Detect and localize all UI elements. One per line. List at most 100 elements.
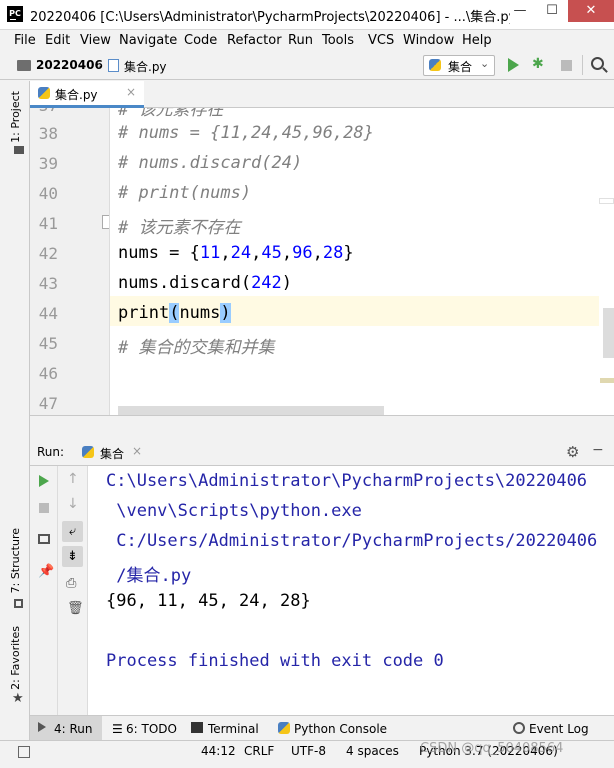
rerun-icon[interactable]	[39, 475, 49, 487]
maximize-icon[interactable]: ☐	[536, 0, 568, 22]
code-line-44: print(nums)	[118, 303, 231, 323]
run-panel-label: Run:	[37, 445, 65, 459]
code-line-45: # 集合的交集和并集	[118, 338, 275, 358]
menu-view[interactable]: View	[80, 33, 111, 48]
console-line: Process finished with exit code 0	[106, 651, 444, 671]
panel-splitter[interactable]	[30, 415, 614, 441]
toolbar-divider	[582, 55, 583, 75]
fold-marker-icon[interactable]	[102, 215, 109, 229]
menu-code[interactable]: Code	[184, 33, 217, 48]
code-line-42: nums = {11,24,45,96,28}	[118, 243, 354, 263]
window-title: 20220406 [C:\Users\Administrator\Pycharm…	[30, 10, 510, 25]
left-tool-strip: 1: Project 7: Structure 2: Favorites ★	[0, 81, 30, 740]
console-line: C:/Users/Administrator/PycharmProjects/2…	[106, 531, 598, 551]
breadcrumb-file[interactable]: 集合.py	[124, 58, 167, 75]
menu-edit[interactable]: Edit	[45, 33, 70, 48]
run-toolbar-primary: 📌	[30, 466, 58, 715]
run-console[interactable]: C:\Users\Administrator\PycharmProjects\2…	[88, 466, 614, 715]
line-number: 46	[38, 364, 58, 383]
title-bar: PC 20220406 [C:\Users\Administrator\Pych…	[0, 0, 614, 30]
code-token: nums = {	[118, 243, 200, 263]
tab-label: 集合.py	[55, 88, 98, 102]
number-literal: 28	[322, 243, 344, 263]
close-icon[interactable]: ✕	[568, 0, 614, 22]
menu-tools[interactable]: Tools	[322, 33, 354, 48]
tab-set-py[interactable]: 集合.py ×	[30, 81, 144, 108]
code-token: ,	[281, 243, 293, 263]
menu-file[interactable]: File	[14, 33, 36, 48]
stop-icon[interactable]	[561, 60, 572, 71]
python-icon	[82, 446, 94, 458]
structure-icon	[14, 599, 23, 608]
folder-icon	[17, 60, 31, 75]
arrow-down-icon[interactable]: ↓	[67, 496, 79, 512]
star-icon: ★	[12, 691, 24, 706]
project-icon	[14, 146, 24, 154]
number-literal: 24	[230, 243, 252, 263]
tool-event-log-button[interactable]: Event Log	[529, 722, 589, 736]
print-icon[interactable]: ⎙	[66, 576, 76, 591]
arrow-up-icon[interactable]: ↑	[67, 471, 79, 487]
code-token: ,	[220, 243, 231, 263]
code-token: ,	[312, 243, 323, 263]
status-encoding[interactable]: UTF-8	[291, 744, 326, 758]
code-token: )	[281, 273, 293, 293]
console-line: {96, 11, 45, 24, 28}	[106, 591, 311, 611]
menu-help[interactable]: Help	[462, 33, 492, 48]
code-line-38: # nums = {11,24,45,96,28}	[118, 123, 374, 143]
pin-icon[interactable]: 📌	[38, 564, 54, 579]
toggle-tool-windows-icon[interactable]	[18, 746, 30, 758]
tool-terminal-button[interactable]: Terminal	[208, 722, 259, 736]
tool-run-button[interactable]: 4: Run	[30, 716, 102, 741]
vertical-scrollbar[interactable]	[603, 308, 614, 358]
horizontal-scrollbar[interactable]	[118, 406, 384, 415]
breadcrumb-separator: ›	[97, 58, 102, 72]
menu-refactor[interactable]: Refactor	[227, 33, 282, 48]
number-literal: 11	[199, 243, 221, 263]
status-line-separator[interactable]: CRLF	[244, 744, 274, 758]
debug-icon[interactable]: ✱	[532, 57, 546, 72]
tool-python-console-button[interactable]: Python Console	[294, 722, 387, 736]
menu-vcs[interactable]: VCS	[368, 33, 394, 48]
run-icon	[38, 722, 46, 732]
tab-close-icon[interactable]: ×	[126, 85, 136, 99]
line-number: 43	[38, 274, 58, 293]
scroll-to-end-icon[interactable]: ⇟	[62, 546, 83, 567]
layout-icon[interactable]	[38, 534, 50, 544]
error-stripe	[599, 108, 614, 415]
run-tab-close-icon[interactable]: ×	[132, 444, 142, 458]
code-line-37: # 该元素存在	[118, 108, 224, 120]
code-token: print	[118, 303, 170, 323]
trash-icon[interactable]: 🗑	[67, 601, 84, 616]
soft-wrap-icon[interactable]: ⤶	[62, 521, 83, 542]
minimize-panel-icon[interactable]: −	[592, 442, 604, 458]
number-literal: 242	[251, 273, 282, 293]
console-line: C:\Users\Administrator\PycharmProjects\2…	[106, 471, 588, 491]
line-number: 47	[38, 394, 58, 413]
code-token: }	[343, 243, 354, 263]
stop-icon[interactable]	[39, 503, 49, 513]
tool-todo-button[interactable]: 6: TODO	[126, 722, 177, 736]
minimize-icon[interactable]: —	[504, 0, 536, 22]
run-icon[interactable]	[508, 58, 519, 72]
run-tab-label[interactable]: 集合	[100, 445, 124, 462]
code-line-40: # print(nums)	[118, 183, 252, 203]
menu-run[interactable]: Run	[288, 33, 313, 48]
breadcrumb-project[interactable]: 20220406	[36, 58, 103, 72]
menu-navigate[interactable]: Navigate	[119, 33, 177, 48]
run-config-label: 集合	[448, 60, 473, 74]
gear-icon[interactable]: ⚙	[566, 443, 579, 461]
brace-match-highlight: )	[220, 303, 231, 323]
project-tool-button[interactable]: 1: Project	[9, 91, 22, 143]
structure-tool-button[interactable]: 7: Structure	[9, 528, 22, 593]
line-number-gutter: 37 38 39 40 41 42 43 44 45 46 47	[30, 108, 110, 415]
status-indent[interactable]: 4 spaces	[346, 744, 399, 758]
code-editor[interactable]: # 该元素存在 # nums = {11,24,45,96,28} # nums…	[110, 108, 614, 415]
favorites-tool-button[interactable]: 2: Favorites	[9, 626, 22, 690]
menu-window[interactable]: Window	[403, 33, 454, 48]
number-literal: 45	[261, 243, 282, 263]
run-config-select[interactable]: 集合 ⌄	[423, 55, 495, 76]
status-position[interactable]: 44:12	[201, 744, 236, 758]
run-panel-header: Run: 集合 × ⚙ −	[30, 441, 614, 466]
line-number: 37	[30, 108, 58, 115]
